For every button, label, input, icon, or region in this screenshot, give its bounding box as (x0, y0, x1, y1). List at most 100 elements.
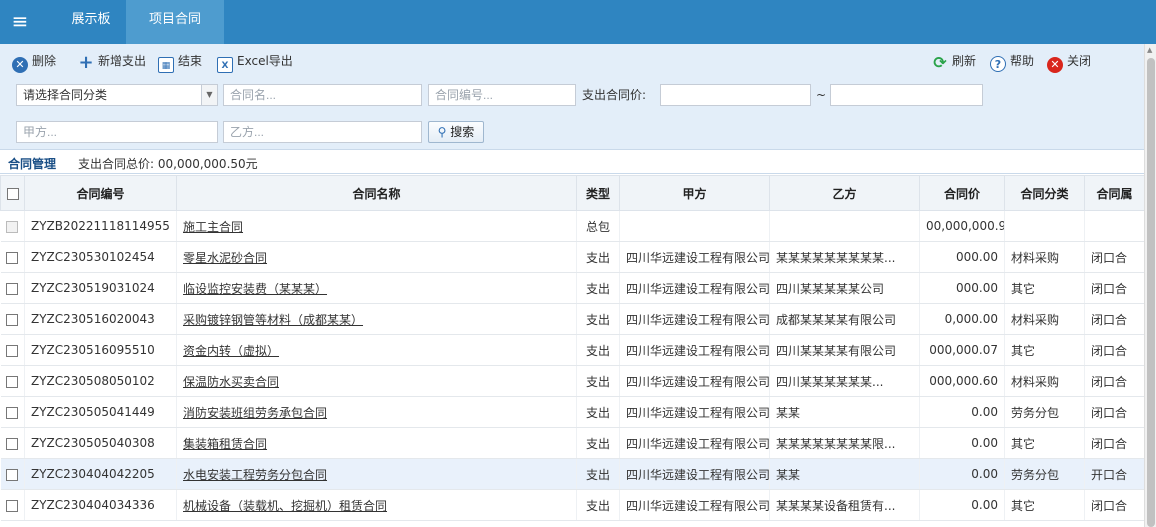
search-button[interactable]: ⚲ 搜索 (428, 121, 484, 143)
row-checkbox[interactable] (0, 396, 25, 428)
column-header[interactable]: 合同价 (919, 175, 1005, 211)
column-header[interactable]: 合同名称 (176, 175, 577, 211)
delete-icon: ✕ (12, 57, 28, 73)
table-row[interactable]: ZYZC230404034336 机械设备（装载机、挖掘机）租赁合同 支出 四川华远建… (0, 489, 1145, 521)
column-header[interactable]: 合同分类 (1004, 175, 1085, 211)
contract-name-link[interactable]: 集装箱租赁合同 (176, 427, 577, 459)
table-row[interactable]: ZYZC230516020043 采购镀锌钢管等材料（成都某某） 支出 四川华远建设工… (0, 303, 1145, 335)
price-max-input[interactable] (830, 84, 983, 106)
contract-name-text[interactable]: 采购镀锌钢管等材料（成都某某） (183, 313, 363, 327)
refresh-icon: ⟳ (933, 53, 947, 72)
party-a: 四川华远建设工程有限公司 (619, 396, 770, 428)
contract-name-link[interactable]: 保温防水买卖合同 (176, 365, 577, 397)
total-amount: 支出合同总价: 00,000,000.50元 (78, 157, 258, 171)
contract-code: ZYZC230404034336 (24, 489, 177, 521)
contract-code: ZYZC230505041449 (24, 396, 177, 428)
help-button[interactable]: ? 帮助 (990, 52, 1034, 72)
delete-label: 删除 (32, 54, 57, 68)
contract-type: 支出 (576, 334, 620, 366)
table-row[interactable]: ZYZC230508050102 保温防水买卖合同 支出 四川华远建设工程有限公司 四川… (0, 365, 1145, 397)
chevron-down-icon[interactable]: ▼ (201, 85, 217, 105)
contract-status: 闭口合 (1084, 365, 1145, 397)
contract-type: 支出 (576, 272, 620, 304)
contract-status: 开口合 (1084, 458, 1145, 490)
table-row[interactable]: ZYZC230505040308 集装箱租赁合同 支出 四川华远建设工程有限公司 某某某… (0, 427, 1145, 459)
table-row[interactable]: ZYZC230530102454 零星水泥砂合同 支出 四川华远建设工程有限公司 某某某… (0, 241, 1145, 273)
contract-category: 其它 (1004, 489, 1085, 521)
close-label: 关闭 (1067, 54, 1092, 68)
contract-name-link[interactable]: 临设监控安装费（某某某） (176, 272, 577, 304)
tab-project-contract[interactable]: 项目合同 (126, 0, 224, 44)
contract-name-link[interactable]: 机械设备（装载机、挖掘机）租赁合同 (176, 489, 577, 521)
add-expense-button[interactable]: + 新增支出 (78, 52, 147, 73)
party-b: 某某 (769, 458, 920, 490)
table-header: 合同编号 合同名称 类型 甲方 乙方 合同价 合同分类 合同属 (0, 175, 1145, 211)
column-header[interactable]: 乙方 (769, 175, 920, 211)
contract-code: ZYZC230516020043 (24, 303, 177, 335)
contract-name-text[interactable]: 水电安装工程劳务分包合同 (183, 468, 327, 482)
row-checkbox[interactable] (0, 365, 25, 397)
contract-name-link[interactable]: 资金内转（虚拟） (176, 334, 577, 366)
contract-name-text[interactable]: 集装箱租赁合同 (183, 437, 267, 451)
party-b: 某某某某设备租赁有... (769, 489, 920, 521)
column-header[interactable]: 合同属 (1084, 175, 1145, 211)
contract-name-link[interactable]: 消防安装班组劳务承包合同 (176, 396, 577, 428)
help-icon: ? (990, 56, 1006, 72)
party-b: 某某 (769, 396, 920, 428)
table-row[interactable]: ZYZC230516095510 资金内转（虚拟） 支出 四川华远建设工程有限公司 四川… (0, 334, 1145, 366)
contract-name-text[interactable]: 临设监控安装费（某某某） (183, 282, 327, 296)
category-select-value: 请选择合同分类 (23, 88, 108, 102)
row-checkbox[interactable] (0, 241, 25, 273)
table-row[interactable]: ZYZC230519031024 临设监控安装费（某某某） 支出 四川华远建设工程有限… (0, 272, 1145, 304)
contract-name-text[interactable]: 施工主合同 (183, 220, 243, 234)
plus-icon: + (78, 52, 94, 73)
contract-name-link[interactable]: 水电安装工程劳务分包合同 (176, 458, 577, 490)
contract-name-input[interactable] (223, 84, 422, 106)
contract-name-text[interactable]: 零星水泥砂合同 (183, 251, 267, 265)
contract-name-text[interactable]: 资金内转（虚拟） (183, 344, 279, 358)
contract-type: 支出 (576, 241, 620, 273)
contract-name-link[interactable]: 施工主合同 (176, 210, 577, 242)
panel-title: 合同管理 (8, 157, 57, 171)
scrollbar[interactable]: ▲ (1144, 44, 1156, 527)
contract-name-link[interactable]: 零星水泥砂合同 (176, 241, 577, 273)
table-row[interactable]: ZYZC230505041449 消防安装班组劳务承包合同 支出 四川华远建设工程有限… (0, 396, 1145, 428)
column-header[interactable]: 类型 (576, 175, 620, 211)
row-checkbox[interactable] (0, 303, 25, 335)
contract-code-input[interactable] (428, 84, 576, 106)
close-button[interactable]: ✕ 关闭 (1047, 52, 1092, 73)
calendar-icon: ▦ (158, 57, 174, 73)
row-checkbox[interactable] (0, 272, 25, 304)
contract-price: 0.00 (919, 489, 1005, 521)
column-header[interactable]: 甲方 (619, 175, 770, 211)
column-header[interactable]: 合同编号 (24, 175, 177, 211)
party-a: 四川华远建设工程有限公司 (619, 427, 770, 459)
scroll-up-icon[interactable]: ▲ (1147, 46, 1152, 54)
row-checkbox[interactable] (0, 334, 25, 366)
row-checkbox[interactable] (0, 489, 25, 521)
contract-category: 材料采购 (1004, 303, 1085, 335)
hamburger-icon[interactable]: ≡ (0, 0, 40, 44)
table-row[interactable]: ZYZC230404042205 水电安装工程劳务分包合同 支出 四川华远建设工程有限… (0, 458, 1145, 490)
refresh-button[interactable]: ⟳ 刷新 (932, 52, 976, 72)
party-a-input[interactable] (16, 121, 218, 143)
party-b-input[interactable] (223, 121, 422, 143)
category-select[interactable]: 请选择合同分类 ▼ (16, 84, 218, 106)
row-checkbox[interactable] (0, 427, 25, 459)
contract-name-text[interactable]: 机械设备（装载机、挖掘机）租赁合同 (183, 499, 387, 513)
row-checkbox[interactable] (0, 458, 25, 490)
price-min-input[interactable] (660, 84, 811, 106)
contract-name-text[interactable]: 保温防水买卖合同 (183, 375, 279, 389)
table-row[interactable]: ZYZB20221118114955 施工主合同 总包 00,000,000.98 (0, 210, 1145, 242)
row-checkbox[interactable] (0, 210, 25, 242)
select-all-checkbox[interactable] (0, 175, 25, 211)
finish-button[interactable]: ▦ 结束 (158, 52, 202, 73)
excel-export-button[interactable]: X Excel导出 (217, 52, 293, 73)
scrollbar-thumb[interactable] (1147, 58, 1155, 527)
add-expense-label: 新增支出 (98, 54, 147, 68)
tab-dashboard[interactable]: 展示板 (56, 0, 126, 44)
delete-button[interactable]: ✕ 删除 (12, 52, 57, 73)
contract-name-text[interactable]: 消防安装班组劳务承包合同 (183, 406, 327, 420)
contract-name-link[interactable]: 采购镀锌钢管等材料（成都某某） (176, 303, 577, 335)
contract-code: ZYZC230505040308 (24, 427, 177, 459)
